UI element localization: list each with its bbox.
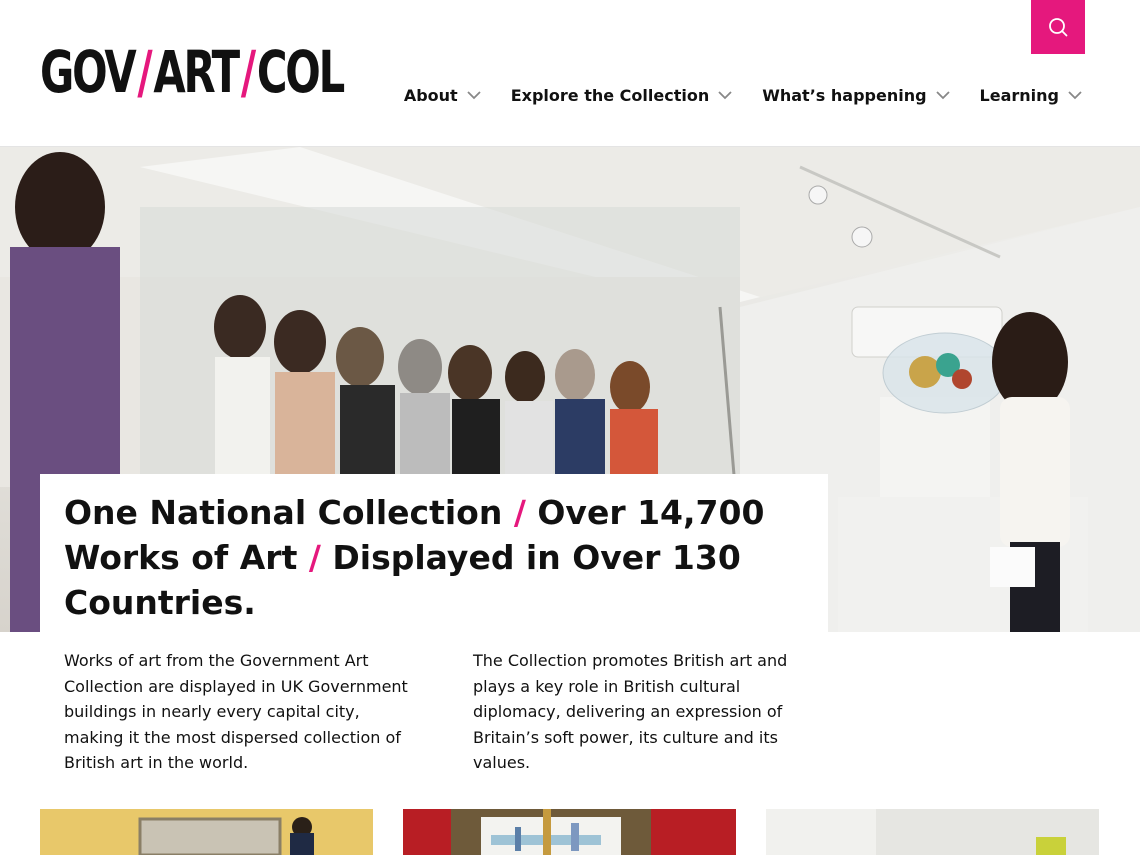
site-header: GOV / ART / COL About Explore the Collection… [0,0,1140,147]
logo-col: COL [256,38,345,106]
nav-item-label: About [403,86,458,105]
chevron-down-icon [935,91,950,100]
hero-headline: One National Collection / Over 14,700 Wo… [64,490,804,625]
feature-card-image[interactable] [40,809,373,855]
headline-separator: / [513,493,526,532]
nav-item-explore[interactable]: Explore the Collection [511,86,733,105]
main-nav: About Explore the Collection What’s happ… [404,86,1082,105]
logo-slash: / [137,38,152,106]
card-image-painting [403,809,736,855]
card-image-installation [40,809,373,855]
logo-slash: / [240,38,256,106]
headline-separator: / [308,538,321,577]
nav-item-whats-happening[interactable]: What’s happening [762,86,950,105]
logo-gov: GOV [40,38,137,106]
site-logo[interactable]: GOV / ART / COL [40,38,345,106]
nav-item-label: Learning [979,86,1059,105]
intro-text-left: Works of art from the Government Art Col… [64,651,408,772]
nav-item-label: Explore the Collection [510,86,710,105]
hero-headline-box: One National Collection / Over 14,700 Wo… [40,474,828,634]
feature-card-image[interactable] [766,809,1099,855]
nav-item-learning[interactable]: Learning [980,86,1082,105]
search-button[interactable] [1031,0,1085,54]
search-icon [1049,18,1068,37]
chevron-down-icon [1068,91,1082,100]
chevron-down-icon [467,91,481,100]
chevron-down-icon [718,91,732,100]
feature-cards [40,809,1100,855]
nav-item-label: What’s happening [762,86,927,105]
card-image-gallery [766,809,1099,855]
nav-item-about[interactable]: About [404,86,481,105]
feature-card-image[interactable] [403,809,736,855]
intro-text-right: The Collection promotes British art and … [473,651,788,772]
logo-art: ART [153,38,240,106]
headline-part-1: One National Collection [64,493,514,532]
